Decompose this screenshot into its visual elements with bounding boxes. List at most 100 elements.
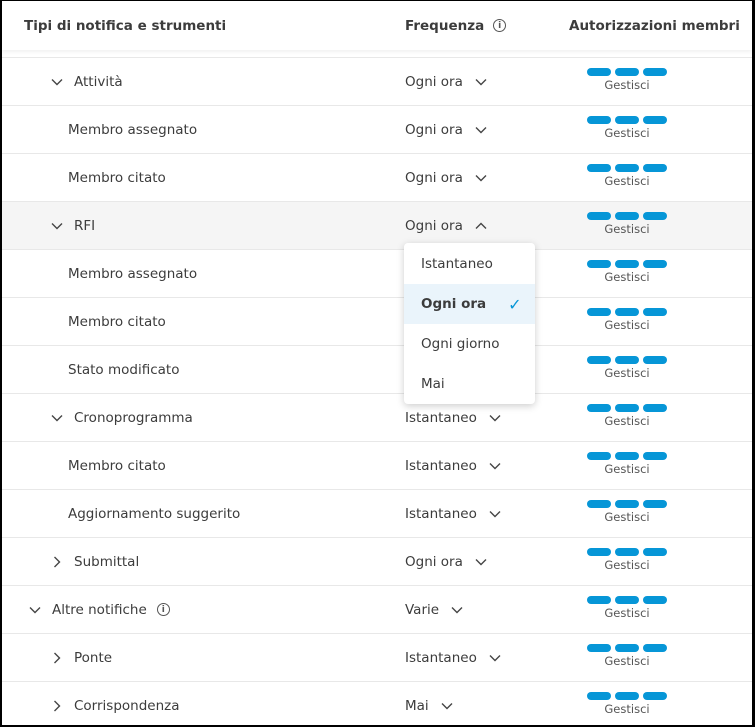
permission-pill	[643, 596, 667, 604]
chevron-down-icon[interactable]	[50, 414, 64, 422]
manage-link[interactable]: Gestisci	[587, 702, 667, 716]
permission-pill	[615, 260, 639, 268]
manage-link[interactable]: Gestisci	[587, 78, 667, 92]
chevron-right-icon[interactable]	[50, 652, 64, 664]
permission-indicator	[587, 116, 667, 124]
member-permissions[interactable]: Gestisci	[587, 68, 667, 92]
member-permissions[interactable]: Gestisci	[587, 308, 667, 332]
member-permissions[interactable]: Gestisci	[587, 596, 667, 620]
permission-pill	[643, 260, 667, 268]
row-name[interactable]: Submittal	[50, 538, 139, 585]
frequency-value: Istantaneo	[405, 457, 477, 474]
permission-pill	[615, 212, 639, 220]
manage-link[interactable]: Gestisci	[587, 558, 667, 572]
row-name[interactable]: Attività	[50, 58, 123, 105]
chevron-right-icon[interactable]	[50, 556, 64, 568]
permission-pill	[587, 212, 611, 220]
row-name[interactable]: Cronoprogramma	[50, 394, 193, 441]
manage-link[interactable]: Gestisci	[587, 126, 667, 140]
member-permissions[interactable]: Gestisci	[587, 260, 667, 284]
chevron-down-icon	[489, 414, 501, 421]
frequency-select[interactable]: Ogni ora	[405, 202, 487, 249]
manage-link[interactable]: Gestisci	[587, 366, 667, 380]
table-row: Membro citato Istantaneo Gestisci	[2, 442, 752, 490]
member-permissions[interactable]: Gestisci	[587, 452, 667, 476]
member-permissions[interactable]: Gestisci	[587, 212, 667, 236]
col-header-frequency: Frequenza i	[405, 17, 507, 34]
row-name[interactable]: Altre notifiche i	[28, 586, 170, 633]
permission-pill	[615, 452, 639, 460]
frequency-select[interactable]: Ogni ora	[405, 106, 487, 153]
frequency-value: Varie	[405, 601, 440, 618]
info-icon[interactable]: i	[493, 19, 507, 32]
chevron-down-icon[interactable]	[50, 222, 64, 230]
manage-link[interactable]: Gestisci	[587, 510, 667, 524]
frequency-select[interactable]: Ogni ora	[405, 538, 487, 585]
frequency-value: Istantaneo	[405, 505, 477, 522]
chevron-down-icon[interactable]	[28, 606, 42, 614]
frequency-select[interactable]: Istantaneo	[405, 634, 501, 681]
member-permissions[interactable]: Gestisci	[587, 644, 667, 668]
frequency-select[interactable]: Istantaneo	[405, 442, 501, 489]
chevron-down-icon	[489, 510, 501, 517]
chevron-right-icon[interactable]	[50, 700, 64, 712]
chevron-down-icon[interactable]	[50, 78, 64, 86]
row-name: Stato modificato	[68, 346, 179, 393]
member-permissions[interactable]: Gestisci	[587, 692, 667, 716]
frequency-select[interactable]: Ogni ora	[405, 58, 487, 105]
frequency-select[interactable]: Varie	[405, 586, 463, 633]
frequency-value: Ogni ora	[405, 121, 463, 138]
option-label: Mai	[421, 376, 445, 392]
manage-link[interactable]: Gestisci	[587, 318, 667, 332]
row-label: Cronoprogramma	[74, 409, 193, 426]
permission-indicator	[587, 500, 667, 508]
manage-link[interactable]: Gestisci	[587, 606, 667, 620]
frequency-select[interactable]: Ogni ora	[405, 154, 487, 201]
chevron-down-icon	[475, 174, 487, 181]
info-icon[interactable]: i	[156, 603, 170, 616]
permission-pill	[643, 692, 667, 700]
dropdown-option[interactable]: Istantaneo	[404, 244, 535, 284]
member-permissions[interactable]: Gestisci	[587, 548, 667, 572]
row-label: Submittal	[74, 553, 140, 570]
manage-link[interactable]: Gestisci	[587, 174, 667, 188]
dropdown-option[interactable]: Ogni ora ✓	[404, 284, 535, 324]
row-name[interactable]: Corrispondenza	[50, 682, 180, 725]
member-permissions[interactable]: Gestisci	[587, 356, 667, 380]
manage-link[interactable]: Gestisci	[587, 270, 667, 284]
dropdown-option[interactable]: Ogni giorno	[404, 324, 535, 364]
permission-pill	[643, 308, 667, 316]
divider	[2, 50, 752, 58]
manage-link[interactable]: Gestisci	[587, 222, 667, 236]
table-row: Membro citato Gestisci	[2, 298, 752, 346]
permission-indicator	[587, 692, 667, 700]
member-permissions[interactable]: Gestisci	[587, 500, 667, 524]
frequency-label: Frequenza	[405, 17, 485, 34]
row-name[interactable]: Ponte	[50, 634, 112, 681]
frequency-value: Istantaneo	[405, 409, 477, 426]
manage-link[interactable]: Gestisci	[587, 462, 667, 476]
frequency-select[interactable]: Istantaneo	[405, 490, 501, 537]
frequency-value: Ogni ora	[405, 73, 463, 90]
table-row: Membro assegnato Gestisci	[2, 250, 752, 298]
member-permissions[interactable]: Gestisci	[587, 164, 667, 188]
chevron-down-icon	[451, 606, 463, 613]
permission-pill	[587, 308, 611, 316]
frequency-select[interactable]: Mai	[405, 682, 453, 725]
permission-indicator	[587, 644, 667, 652]
row-label: Membro assegnato	[68, 265, 198, 282]
option-label: Ogni giorno	[421, 336, 500, 352]
permission-pill	[615, 548, 639, 556]
dropdown-option[interactable]: Mai	[404, 364, 535, 404]
member-permissions[interactable]: Gestisci	[587, 116, 667, 140]
row-name[interactable]: RFI	[50, 202, 95, 249]
table-row: Corrispondenza Mai Gestisci	[2, 682, 752, 725]
chevron-down-icon	[489, 462, 501, 469]
manage-link[interactable]: Gestisci	[587, 414, 667, 428]
frequency-dropdown-menu: Istantaneo Ogni ora ✓ Ogni giorno Mai	[404, 243, 535, 404]
permission-indicator	[587, 68, 667, 76]
col-header-type: Tipi di notifica e strumenti	[24, 17, 227, 34]
member-permissions[interactable]: Gestisci	[587, 404, 667, 428]
permission-pill	[643, 212, 667, 220]
manage-link[interactable]: Gestisci	[587, 654, 667, 668]
